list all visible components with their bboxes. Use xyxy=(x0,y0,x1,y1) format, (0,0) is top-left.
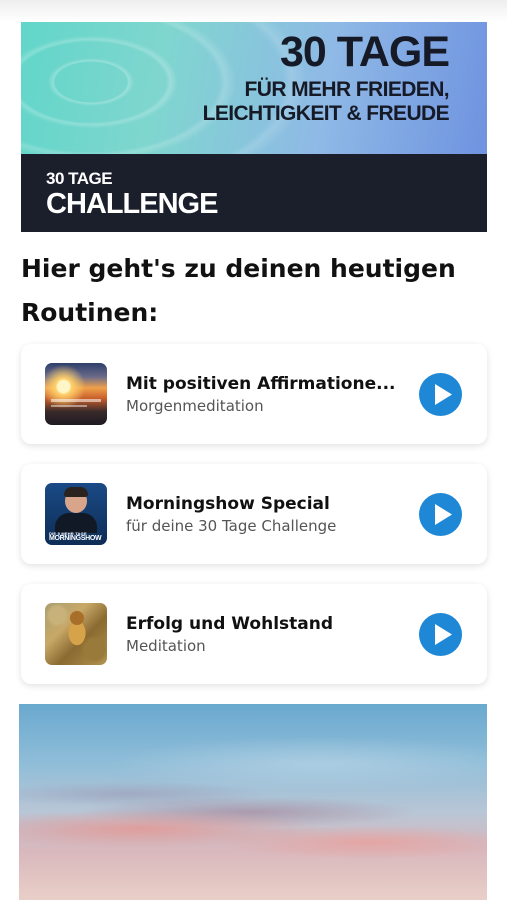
play-button[interactable] xyxy=(419,373,462,416)
routine-subtitle: für deine 30 Tage Challenge xyxy=(126,517,337,535)
routine-subtitle: Morgenmeditation xyxy=(126,397,264,415)
top-shade xyxy=(0,0,507,22)
routine-card-morningshow[interactable]: DIE 5 MEHR TAGE MORNINGSHOW Morningshow … xyxy=(21,464,487,564)
play-icon xyxy=(435,624,452,645)
play-icon xyxy=(435,504,452,525)
play-button[interactable] xyxy=(419,613,462,656)
statue-thumbnail xyxy=(45,603,107,665)
band-big-text: CHALLENGE xyxy=(46,188,218,220)
play-icon xyxy=(435,384,452,405)
hero-band: 30 TAGE CHALLENGE xyxy=(21,154,487,232)
routine-title: Mit positiven Affirmatione... xyxy=(126,374,396,394)
routine-card-erfolg[interactable]: Erfolg und Wohlstand Meditation xyxy=(21,584,487,684)
challenge-hero-banner[interactable]: 30 TAGE FÜR MEHR FRIEDEN, LEICHTIGKEIT &… xyxy=(21,22,487,232)
sunrise-thumbnail xyxy=(45,363,107,425)
thumb-big-text: MORNINGSHOW xyxy=(49,535,102,542)
hero-artwork: 30 TAGE FÜR MEHR FRIEDEN, LEICHTIGKEIT &… xyxy=(21,22,487,154)
routine-title: Erfolg und Wohlstand xyxy=(126,614,334,634)
routines-heading: Hier geht's zu deinen heutigen Routinen: xyxy=(21,254,456,327)
morningshow-thumbnail: DIE 5 MEHR TAGE MORNINGSHOW xyxy=(45,483,107,545)
hero-subtitle-line2: LEICHTIGKEIT & FREUDE xyxy=(202,102,450,125)
band-small-text: 30 TAGE xyxy=(46,169,113,188)
sky-banner-image[interactable] xyxy=(19,704,487,900)
hero-subtitle-line1: FÜR MEHR FRIEDEN, xyxy=(244,78,450,101)
hero-title: 30 TAGE xyxy=(279,28,450,76)
play-button[interactable] xyxy=(419,493,462,536)
routine-card-affirmations[interactable]: Mit positiven Affirmatione... Morgenmedi… xyxy=(21,344,487,444)
routine-title: Morningshow Special xyxy=(126,494,330,514)
routine-subtitle: Meditation xyxy=(126,637,206,655)
